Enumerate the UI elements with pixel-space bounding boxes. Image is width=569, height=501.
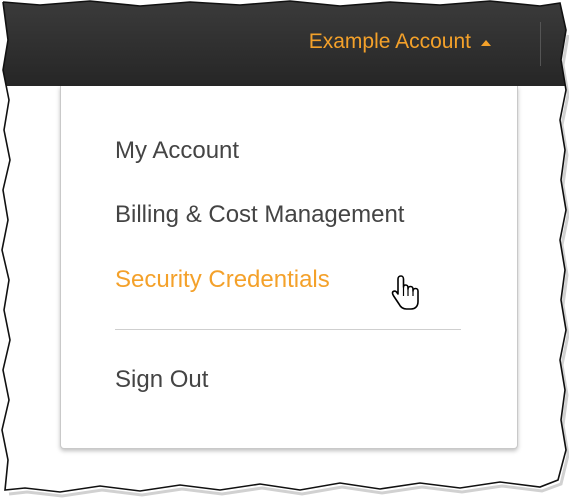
account-dropdown-menu: My Account Billing & Cost Management Sec… <box>60 86 518 449</box>
torn-paper-frame: Example Account My Account Billing & Cos… <box>2 1 566 492</box>
caret-up-icon <box>481 40 491 46</box>
screenshot-stage: Example Account My Account Billing & Cos… <box>0 0 569 501</box>
top-navigation-bar: Example Account <box>2 1 566 86</box>
menu-item-sign-out[interactable]: Sign Out <box>115 366 208 394</box>
hand-pointer-icon <box>391 275 419 310</box>
account-menu-toggle[interactable]: Example Account <box>309 30 491 54</box>
nav-divider <box>540 22 541 66</box>
menu-separator <box>115 329 461 330</box>
menu-item-security-credentials[interactable]: Security Credentials <box>115 266 330 294</box>
menu-item-my-account[interactable]: My Account <box>115 137 239 165</box>
account-label: Example Account <box>308 30 471 53</box>
menu-item-billing[interactable]: Billing & Cost Management <box>115 201 404 229</box>
